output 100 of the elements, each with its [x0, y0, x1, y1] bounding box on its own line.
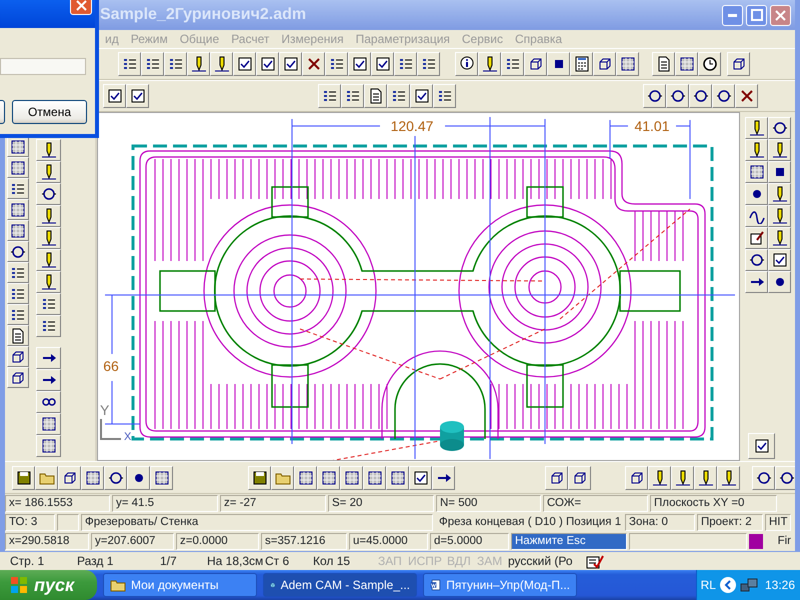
toolbar-button[interactable] [727, 52, 750, 76]
toolbar-button[interactable] [387, 84, 410, 108]
menu-item[interactable]: ид [99, 30, 125, 48]
toolbar-button[interactable] [36, 293, 61, 315]
toolbar-button[interactable] [394, 52, 417, 76]
menu-item[interactable]: Параметризация [350, 30, 456, 48]
toolbar-button[interactable] [768, 117, 791, 139]
toolbar-button[interactable] [7, 346, 29, 367]
toolbar-button[interactable] [317, 466, 340, 490]
toolbar-button[interactable] [666, 84, 689, 108]
toolbar-button[interactable] [745, 139, 768, 161]
toolbar-button[interactable] [768, 161, 791, 183]
toolbar-button[interactable] [748, 433, 775, 459]
toolbar-button[interactable] [593, 52, 616, 76]
toolbar-button[interactable] [302, 52, 325, 76]
toolbar-button[interactable] [36, 161, 61, 183]
toolbar-button[interactable] [371, 52, 394, 76]
toolbar-button[interactable] [745, 249, 768, 271]
toolbar-button[interactable] [7, 178, 29, 199]
toolbar-button[interactable] [81, 466, 104, 490]
toolbar-button[interactable] [455, 52, 478, 76]
toolbar-button[interactable] [36, 435, 61, 457]
toolbar-button[interactable] [768, 183, 791, 205]
toolbar-button[interactable] [410, 84, 433, 108]
toolbar-button[interactable] [745, 227, 768, 249]
toolbar-button[interactable] [643, 84, 666, 108]
language-indicator[interactable]: RL [700, 576, 716, 594]
start-button[interactable]: пуск [0, 570, 97, 600]
toolbar-button[interactable] [126, 84, 149, 108]
toolbar-button[interactable] [340, 466, 363, 490]
toolbar-button[interactable] [616, 52, 639, 76]
toolbar-button[interactable] [694, 466, 717, 490]
toolbar-button[interactable] [417, 52, 440, 76]
toolbar-button[interactable] [689, 84, 712, 108]
toolbar-button[interactable] [341, 84, 364, 108]
toolbar-button[interactable] [752, 466, 775, 490]
toolbar-button[interactable] [745, 271, 768, 293]
toolbar-button[interactable] [745, 117, 768, 139]
toolbar-button[interactable] [256, 52, 279, 76]
taskbar-button[interactable]: Adem CAM - Sample_... [263, 573, 417, 597]
toolbar-button[interactable] [36, 413, 61, 435]
toolbar-button[interactable] [7, 367, 29, 388]
menu-item[interactable]: Расчет [225, 30, 276, 48]
toolbar-button[interactable] [36, 271, 61, 293]
toolbar-button[interactable] [58, 466, 81, 490]
network-icon[interactable] [740, 576, 758, 594]
toolbar-button[interactable] [745, 183, 768, 205]
toolbar-button[interactable] [745, 161, 768, 183]
toolbar-button[interactable] [768, 249, 791, 271]
close-button[interactable] [70, 0, 92, 15]
toolbar-button[interactable] [127, 466, 150, 490]
toolbar-button[interactable] [698, 52, 721, 76]
toolbar-button[interactable] [7, 283, 29, 304]
toolbar-button[interactable] [745, 205, 768, 227]
toolbar-button[interactable] [210, 52, 233, 76]
toolbar-button[interactable] [364, 84, 387, 108]
toolbar-button[interactable] [648, 466, 671, 490]
toolbar-button[interactable] [150, 466, 173, 490]
toolbar-button[interactable] [104, 466, 127, 490]
toolbar-button[interactable] [164, 52, 187, 76]
toolbar-button[interactable] [671, 466, 694, 490]
toolbar-button[interactable] [348, 52, 371, 76]
taskbar-button[interactable]: Мои документы [103, 573, 257, 597]
taskbar-button[interactable]: Пятунин–Упр(Мод-П... [423, 573, 577, 597]
toolbar-button[interactable] [735, 84, 758, 108]
toolbar-button[interactable] [7, 325, 29, 346]
toolbar-button[interactable] [409, 466, 432, 490]
toolbar-button[interactable] [7, 262, 29, 283]
toolbar-button[interactable] [36, 249, 61, 271]
toolbar-button[interactable] [768, 205, 791, 227]
toolbar-button[interactable] [36, 227, 61, 249]
toolbar-button[interactable] [118, 52, 141, 76]
toolbar-button[interactable] [363, 466, 386, 490]
toolbar-button[interactable] [768, 271, 791, 293]
toolbar-button[interactable] [547, 52, 570, 76]
toolbar-button[interactable] [432, 466, 455, 490]
toolbar-button[interactable] [775, 466, 795, 490]
toolbar-button[interactable] [36, 183, 61, 205]
menu-item[interactable]: Общие [174, 30, 226, 48]
toolbar-button[interactable] [501, 52, 524, 76]
menu-item[interactable]: Измерения [275, 30, 350, 48]
toolbar-button[interactable] [478, 52, 501, 76]
toolbar-button[interactable] [12, 466, 35, 490]
toolbar-button[interactable] [36, 315, 61, 337]
toolbar-button[interactable] [625, 466, 648, 490]
toolbar-button[interactable] [386, 466, 409, 490]
maximize-button[interactable] [746, 4, 767, 26]
toolbar-button[interactable] [768, 227, 791, 249]
minimize-button[interactable] [722, 4, 743, 26]
toolbar-button[interactable] [652, 52, 675, 76]
toolbar-button[interactable] [187, 52, 210, 76]
toolbar-button[interactable] [318, 84, 341, 108]
toolbar-button[interactable] [7, 304, 29, 325]
toolbar-button[interactable] [433, 84, 456, 108]
toolbar-button[interactable] [7, 136, 29, 157]
toolbar-button[interactable] [524, 52, 547, 76]
toolbar-button[interactable] [675, 52, 698, 76]
menu-item[interactable]: Справка [508, 30, 568, 48]
toolbar-button[interactable] [36, 139, 61, 161]
close-button[interactable] [770, 4, 791, 26]
